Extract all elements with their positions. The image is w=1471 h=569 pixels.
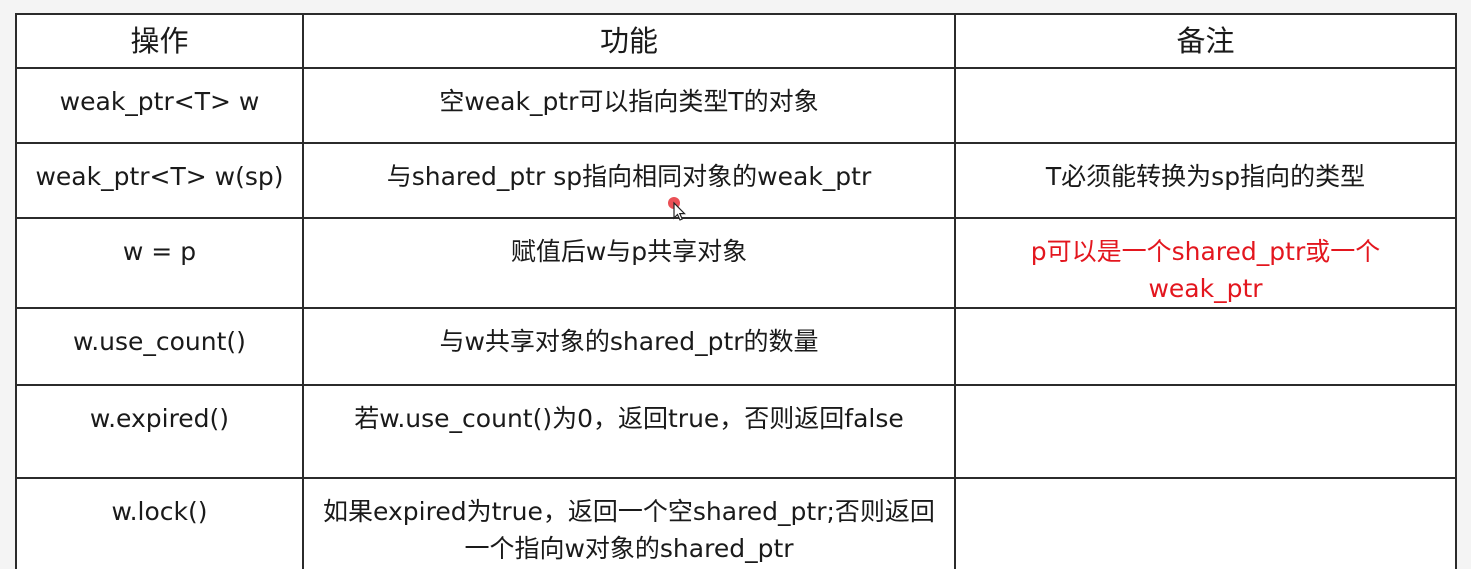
note-cell xyxy=(954,307,1457,386)
operation-cell: w.lock() xyxy=(15,477,304,569)
header-note: 备注 xyxy=(954,13,1457,69)
weak-ptr-operations-table: 操作 功能 备注 weak_ptr<T> w 空weak_ptr可以指向类型T的… xyxy=(15,13,1457,569)
table-row: w.use_count() 与w共享对象的shared_ptr的数量 xyxy=(15,307,1457,386)
table-row: weak_ptr<T> w(sp) 与shared_ptr sp指向相同对象的w… xyxy=(15,142,1457,219)
table-row: weak_ptr<T> w 空weak_ptr可以指向类型T的对象 xyxy=(15,67,1457,144)
note-cell xyxy=(954,67,1457,144)
operation-cell: w.use_count() xyxy=(15,307,304,386)
operation-cell: w.expired() xyxy=(15,384,304,479)
function-cell: 空weak_ptr可以指向类型T的对象 xyxy=(302,67,956,144)
table-row: w.lock() 如果expired为true，返回一个空shared_ptr;… xyxy=(15,477,1457,569)
operation-cell: weak_ptr<T> w xyxy=(15,67,304,144)
note-cell-highlighted: p可以是一个shared_ptr或一个weak_ptr xyxy=(954,217,1457,309)
slide-page: 操作 功能 备注 weak_ptr<T> w 空weak_ptr可以指向类型T的… xyxy=(0,0,1471,569)
function-cell: 与shared_ptr sp指向相同对象的weak_ptr xyxy=(302,142,956,219)
header-operation: 操作 xyxy=(15,13,304,69)
table-row: w = p 赋值后w与p共享对象 p可以是一个shared_ptr或一个weak… xyxy=(15,217,1457,309)
mouse-pointer-icon xyxy=(668,197,686,221)
note-cell xyxy=(954,477,1457,569)
function-cell: 若w.use_count()为0，返回true，否则返回false xyxy=(302,384,956,479)
header-function: 功能 xyxy=(302,13,956,69)
operation-cell: weak_ptr<T> w(sp) xyxy=(15,142,304,219)
operation-cell: w = p xyxy=(15,217,304,309)
note-cell xyxy=(954,384,1457,479)
header-row: 操作 功能 备注 xyxy=(15,13,1457,69)
function-cell: 如果expired为true，返回一个空shared_ptr;否则返回一个指向w… xyxy=(302,477,956,569)
note-cell: T必须能转换为sp指向的类型 xyxy=(954,142,1457,219)
function-cell: 与w共享对象的shared_ptr的数量 xyxy=(302,307,956,386)
table-row: w.expired() 若w.use_count()为0，返回true，否则返回… xyxy=(15,384,1457,479)
function-cell: 赋值后w与p共享对象 xyxy=(302,217,956,309)
